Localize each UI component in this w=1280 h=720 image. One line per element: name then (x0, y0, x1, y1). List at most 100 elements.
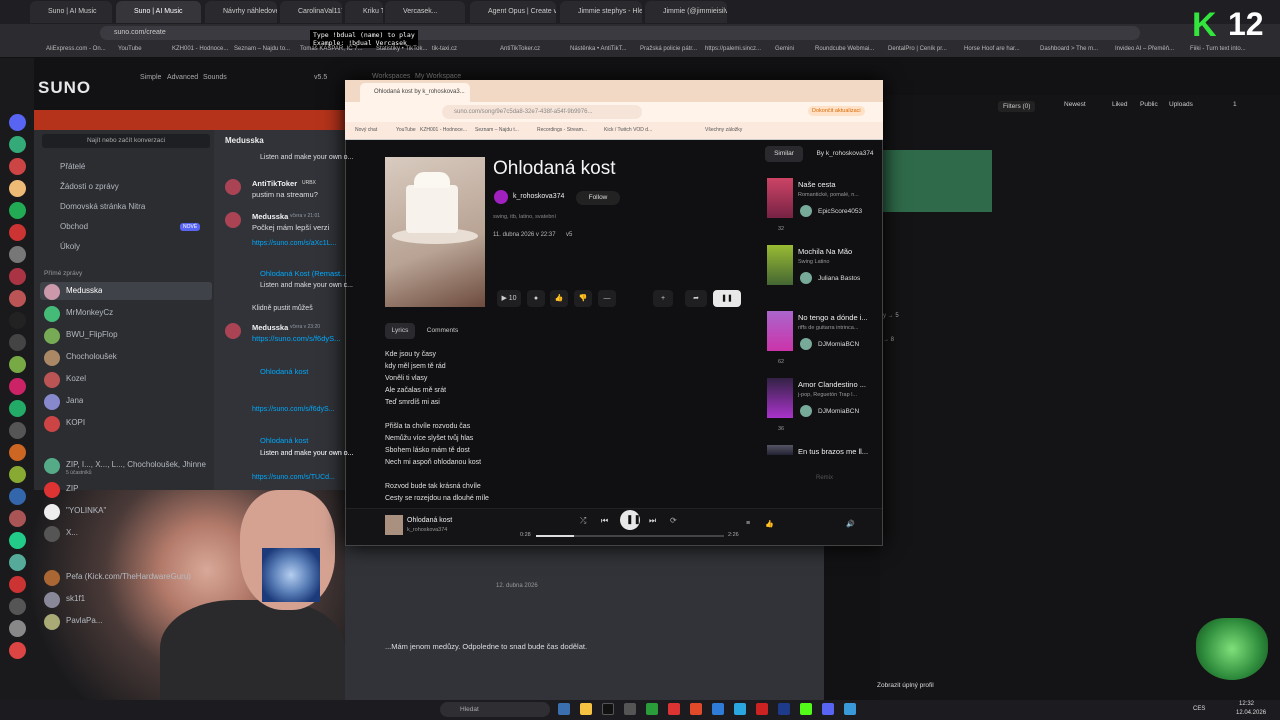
message-text[interactable]: https://suno.com/s/f6dyS... (252, 406, 334, 413)
bookmark[interactable]: YouTube (118, 46, 142, 52)
dm-item[interactable]: Chocholoušek (66, 352, 117, 361)
browser-tab[interactable]: Návrhy náhledovek v ... (205, 1, 277, 23)
similar-title[interactable]: Mochila Na Mão (798, 247, 852, 256)
avatar[interactable] (44, 328, 60, 344)
explorer-icon[interactable] (580, 703, 592, 715)
add-icon[interactable]: + (653, 290, 673, 307)
dm-item[interactable]: BWU_FlipFlop (66, 330, 118, 339)
tab-uploads[interactable]: Uploads (1169, 101, 1193, 108)
player-title[interactable]: Ohlodaná kost (407, 517, 452, 524)
avatar[interactable] (44, 570, 60, 586)
pause-button[interactable]: ❚❚ (713, 290, 741, 307)
similar-artist[interactable]: EpicScore4053 (818, 208, 862, 215)
nav-advanced[interactable]: Advanced (167, 74, 198, 81)
popup-url[interactable]: suno.com/song/9e7c5da8-32e7-438f-a54f-9b… (442, 105, 642, 119)
similar-artist[interactable]: DJMomiaBCN (818, 341, 859, 348)
model-select[interactable]: v5.5 (314, 74, 327, 81)
dm-item[interactable]: Pefa (Kick.com/TheHardwareGuru) (66, 572, 191, 581)
similar-artist-avatar[interactable] (800, 272, 812, 284)
menu-item[interactable]: Přátelé (60, 162, 85, 171)
update-button[interactable]: Dokončit aktualizaci (808, 106, 865, 116)
popup-bookmark[interactable]: Recordings - Stream... (537, 127, 587, 133)
bookmark[interactable]: Seznam – Najdu to... (234, 46, 290, 52)
server-icon[interactable] (9, 576, 26, 593)
tab-by-artist[interactable]: By k_rohoskova374 (812, 146, 878, 162)
similar-cover[interactable] (767, 311, 793, 351)
word-icon[interactable] (778, 703, 790, 715)
server-icon[interactable] (9, 642, 26, 659)
follow-button[interactable]: Follow (576, 191, 620, 205)
repeat-icon[interactable]: ⟳ (670, 516, 677, 525)
bookmark[interactable]: AntiTikToker.cz (500, 46, 540, 52)
opera-icon[interactable] (756, 703, 768, 715)
server-icon[interactable] (9, 488, 26, 505)
dm-item[interactable]: "YOLINKA" (66, 506, 106, 515)
server-icon[interactable] (9, 268, 26, 285)
dm-item[interactable]: MrMonkeyCz (66, 308, 113, 317)
avatar[interactable] (44, 482, 60, 498)
bookmark[interactable]: AliExpress.com - On... (46, 46, 106, 52)
avatar[interactable] (44, 306, 60, 322)
photos-icon[interactable] (844, 703, 856, 715)
browser-tab[interactable]: Kriku TikT... (345, 1, 383, 23)
volume-icon[interactable]: 🔊 (846, 520, 855, 528)
discord-icon[interactable] (822, 703, 834, 715)
message-text[interactable]: https://suno.com/s/f6dyS... (252, 334, 340, 343)
avatar[interactable] (44, 284, 60, 300)
menu-item[interactable]: Úkoly (60, 242, 80, 251)
server-icon[interactable] (9, 114, 26, 131)
avatar[interactable] (44, 504, 60, 520)
telegram-icon[interactable] (734, 703, 746, 715)
bookmark[interactable]: Statistiky • TikTok... (376, 46, 427, 52)
app-icon[interactable] (712, 703, 724, 715)
message-avatar[interactable] (225, 212, 241, 228)
similar-cover[interactable] (767, 178, 793, 218)
suno-logo[interactable]: SUNO (38, 78, 91, 98)
server-icon[interactable] (9, 136, 26, 153)
message-avatar[interactable] (225, 179, 241, 195)
discord-search[interactable]: Najít nebo začít konverzaci (42, 134, 210, 148)
server-icon[interactable] (9, 224, 26, 241)
server-icon[interactable] (9, 532, 26, 549)
kick-icon[interactable] (800, 703, 812, 715)
tab-liked[interactable]: Liked (1112, 101, 1128, 108)
tab-lyrics[interactable]: Lyrics (385, 323, 415, 339)
taskview-icon[interactable] (558, 703, 570, 715)
browser-tab[interactable]: Suno | AI Music (30, 1, 112, 23)
server-icon[interactable] (9, 312, 26, 329)
share-icon[interactable]: ➦ (685, 290, 707, 307)
bookmark[interactable]: Invideo AI – Přeměň... (1115, 46, 1174, 52)
settings-icon[interactable] (624, 703, 636, 715)
server-icon[interactable] (9, 334, 26, 351)
tab-comments[interactable]: Comments (420, 323, 465, 339)
taskbar-search[interactable]: Hledat (440, 702, 550, 717)
dm-item[interactable]: PavlaPa... (66, 616, 102, 625)
play-count-button[interactable]: ▶ 10 (497, 290, 521, 307)
server-icon[interactable] (9, 510, 26, 527)
right-item-1[interactable]: y → 5 (883, 313, 899, 319)
sort-select[interactable]: Newest (1064, 101, 1086, 108)
clock-time[interactable]: 12:32 (1239, 701, 1254, 707)
nav-sounds[interactable]: Sounds (203, 74, 227, 81)
popup-bookmark[interactable]: Nový chat (355, 127, 377, 133)
bookmark[interactable]: Horse Hoof are har... (964, 46, 1020, 52)
similar-artist-avatar[interactable] (800, 405, 812, 417)
bookmark[interactable]: KZH001 - Hodnoce... (172, 46, 228, 52)
server-icon[interactable] (9, 290, 26, 307)
avatar[interactable] (44, 526, 60, 542)
breadcrumb-my-workspace[interactable]: My Workspace (415, 73, 461, 80)
profile-card[interactable] (880, 150, 992, 212)
popup-bookmark[interactable]: Všechny záložky (705, 127, 742, 133)
more-icon[interactable]: — (598, 290, 616, 307)
similar-title[interactable]: En tus brazos me ll... (798, 447, 868, 456)
bookmark[interactable]: Roundcube Webmai... (815, 46, 874, 52)
tiktok-icon[interactable] (602, 703, 614, 715)
remix-button[interactable]: Remix (816, 475, 833, 481)
dm-item[interactable]: KOPI (66, 418, 85, 427)
avatar[interactable] (44, 350, 60, 366)
browser-tab[interactable]: Jimmie stephys - Hledat G... (560, 1, 642, 23)
similar-title[interactable]: No tengo a dónde i... (798, 313, 868, 322)
similar-title[interactable]: Naše cesta (798, 180, 836, 189)
message-text[interactable]: Ohlodaná kost (260, 367, 308, 376)
dm-item[interactable]: X... (66, 528, 78, 537)
